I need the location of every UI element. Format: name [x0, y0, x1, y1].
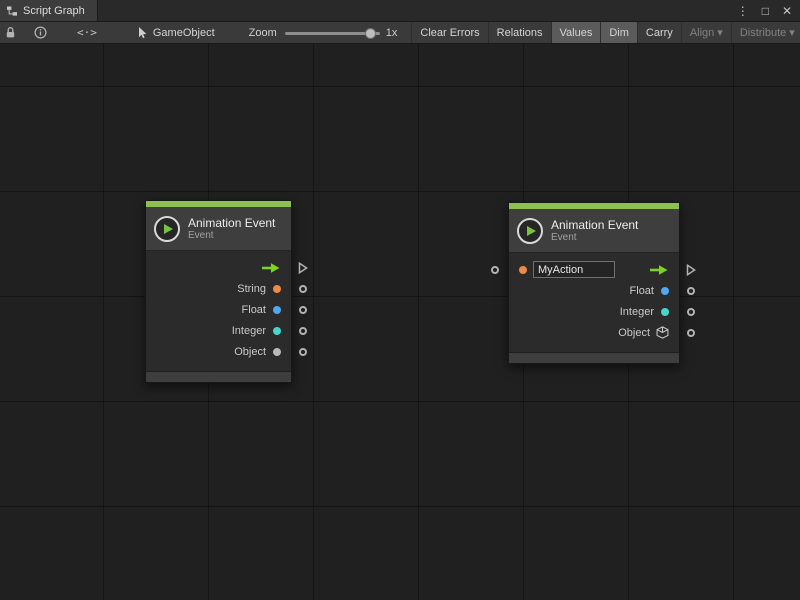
close-icon[interactable]: ✕: [782, 4, 792, 18]
node-title: Animation Event: [188, 216, 275, 230]
zoom-label: Zoom: [249, 27, 277, 39]
distribute-button[interactable]: Distribute ▾: [731, 22, 800, 44]
node-footer: [146, 371, 291, 382]
flow-output-row: [146, 257, 291, 278]
cursor-icon: [136, 26, 148, 39]
port-label-float: Float: [242, 304, 266, 316]
port-label-integer: Integer: [232, 325, 266, 337]
graph-canvas[interactable]: Animation Event Event: [0, 44, 800, 600]
port-label-object: Object: [618, 327, 650, 339]
node-header[interactable]: Animation Event Event: [146, 207, 291, 251]
float-type-dot: [661, 287, 669, 295]
node-subtitle: Event: [551, 232, 638, 244]
values-label: Values: [560, 27, 593, 39]
info-icon-glyph: [34, 26, 47, 39]
node-subtitle: Event: [188, 230, 275, 242]
code-icon-glyph: <·>: [77, 26, 97, 39]
action-input-row: [509, 259, 679, 280]
node-animation-event-2[interactable]: Animation Event Event: [508, 202, 680, 364]
output-row-float: Float: [146, 299, 291, 320]
graph-toolbar: <·> GameObject Zoom 1x Clear Errors Rela…: [0, 22, 800, 44]
output-row-object: Object: [146, 341, 291, 362]
code-icon[interactable]: <·>: [72, 22, 102, 44]
toolbar-buttons: Clear Errors Relations Values Dim Carry …: [411, 22, 800, 44]
event-play-icon: [154, 216, 180, 242]
chevron-down-icon: ▾: [789, 26, 795, 39]
object-type-dot: [273, 348, 281, 356]
event-play-icon: [517, 218, 543, 244]
clear-errors-button[interactable]: Clear Errors: [411, 22, 487, 44]
port-label-object: Object: [234, 346, 266, 358]
cube-icon: [656, 326, 669, 339]
float-type-dot: [273, 306, 281, 314]
maximize-icon[interactable]: □: [762, 4, 769, 18]
gameobject-context[interactable]: GameObject: [136, 26, 215, 39]
dim-button[interactable]: Dim: [600, 22, 637, 44]
value-input-port-action[interactable]: [491, 266, 499, 274]
title-bar: Script Graph ⋮ □ ✕: [0, 0, 800, 22]
node-footer: [509, 352, 679, 363]
zoom-control: Zoom 1x: [249, 22, 398, 44]
node-body: String Float Integer Object: [146, 251, 291, 366]
flow-arrow-icon: [649, 264, 669, 276]
align-button[interactable]: Align ▾: [681, 22, 731, 44]
value-output-port-float[interactable]: [299, 306, 307, 314]
action-name-input[interactable]: [533, 261, 615, 278]
info-icon[interactable]: [29, 22, 52, 44]
zoom-slider-thumb[interactable]: [365, 28, 376, 39]
flow-output-port[interactable]: [686, 263, 696, 276]
dim-label: Dim: [609, 27, 629, 39]
port-label-string: String: [237, 283, 266, 295]
lock-icon[interactable]: [0, 22, 21, 44]
output-row-float: Float: [509, 280, 679, 301]
node-header[interactable]: Animation Event Event: [509, 209, 679, 253]
value-output-port-object[interactable]: [299, 348, 307, 356]
node-title: Animation Event: [551, 218, 638, 232]
carry-button[interactable]: Carry: [637, 22, 681, 44]
integer-type-dot: [273, 327, 281, 335]
integer-type-dot: [661, 308, 669, 316]
carry-label: Carry: [646, 27, 673, 39]
script-graph-icon: [6, 5, 18, 17]
clear-errors-label: Clear Errors: [420, 27, 479, 39]
distribute-label: Distribute: [740, 27, 786, 39]
output-row-object: Object: [509, 322, 679, 343]
zoom-slider[interactable]: [285, 22, 380, 44]
output-row-string: String: [146, 278, 291, 299]
node-body: Float Integer Object: [509, 253, 679, 347]
output-row-integer: Integer: [509, 301, 679, 322]
lock-icon-glyph: [5, 26, 16, 39]
tab-script-graph[interactable]: Script Graph: [0, 0, 98, 21]
string-type-dot: [273, 285, 281, 293]
port-label-float: Float: [630, 285, 654, 297]
zoom-value: 1x: [386, 27, 398, 39]
tab-title: Script Graph: [23, 5, 85, 17]
output-row-integer: Integer: [146, 320, 291, 341]
window-controls: ⋮ □ ✕: [737, 0, 800, 21]
flow-arrow-icon: [261, 262, 281, 274]
chevron-down-icon: ▾: [717, 26, 723, 39]
titlebar-spacer: [98, 0, 737, 21]
value-output-port-string[interactable]: [299, 285, 307, 293]
values-button[interactable]: Values: [551, 22, 601, 44]
relations-label: Relations: [497, 27, 543, 39]
gameobject-label: GameObject: [153, 27, 215, 39]
string-type-dot: [519, 266, 527, 274]
align-label: Align: [690, 27, 714, 39]
port-label-integer: Integer: [620, 306, 654, 318]
window-menu-icon[interactable]: ⋮: [737, 4, 749, 18]
value-output-port-object[interactable]: [687, 329, 695, 337]
value-output-port-integer[interactable]: [299, 327, 307, 335]
value-output-port-float[interactable]: [687, 287, 695, 295]
value-output-port-integer[interactable]: [687, 308, 695, 316]
unity-script-graph-window: Script Graph ⋮ □ ✕ <·>: [0, 0, 800, 600]
relations-button[interactable]: Relations: [488, 22, 551, 44]
node-animation-event-1[interactable]: Animation Event Event: [145, 200, 292, 383]
flow-output-port[interactable]: [298, 261, 308, 274]
